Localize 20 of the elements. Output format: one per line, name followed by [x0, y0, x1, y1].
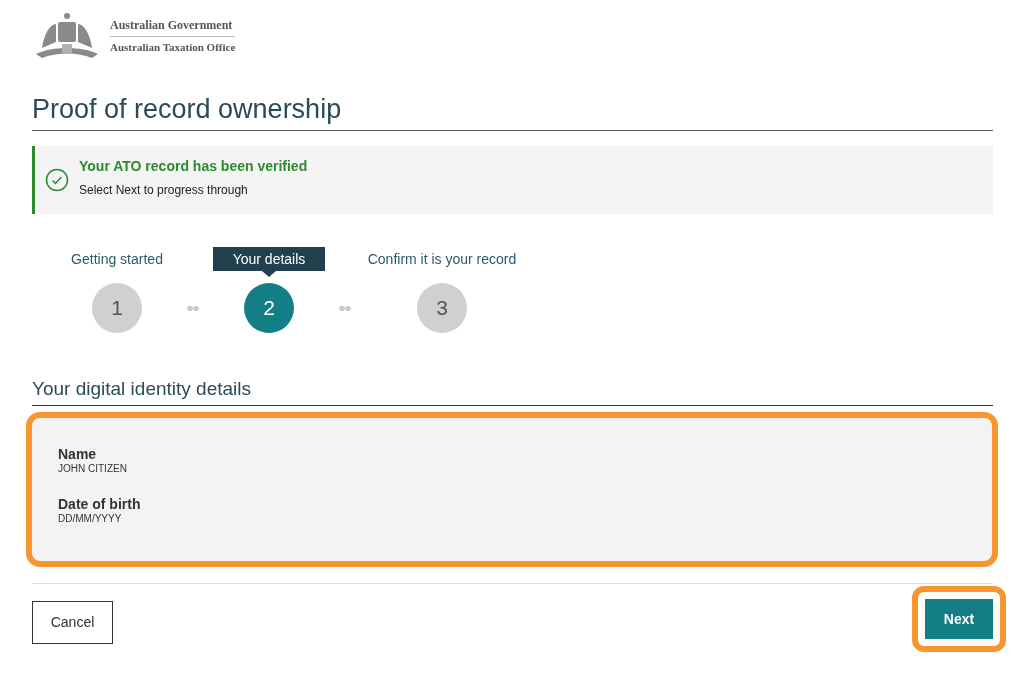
step-label: Your details: [212, 247, 326, 271]
pointer-icon: [262, 271, 276, 277]
field-label: Date of birth: [58, 496, 142, 512]
cancel-button[interactable]: Cancel: [32, 600, 113, 644]
step-label: Getting started: [70, 250, 164, 269]
check-circle-icon: [45, 168, 69, 192]
page-title: Proof of record ownership: [32, 93, 343, 126]
next-button[interactable]: Next: [925, 599, 993, 639]
section-heading: Your digital identity details: [32, 377, 252, 401]
field-value: JOHN CITIZEN: [58, 462, 128, 476]
crest-drawing: [36, 13, 98, 58]
dots-icon: [187, 305, 199, 311]
alert-title: Your ATO record has been verified: [79, 156, 308, 176]
step-label: Confirm it is your record: [366, 250, 518, 269]
agency-name: Australian Taxation Office: [110, 40, 236, 56]
alert-message: Select Next to progress through: [79, 181, 249, 199]
agency-name: Australian Government: [110, 16, 236, 38]
field-value: DD/MM/YYYY: [58, 512, 123, 526]
field-label: Name: [58, 446, 98, 462]
dots-icon: [339, 305, 351, 311]
